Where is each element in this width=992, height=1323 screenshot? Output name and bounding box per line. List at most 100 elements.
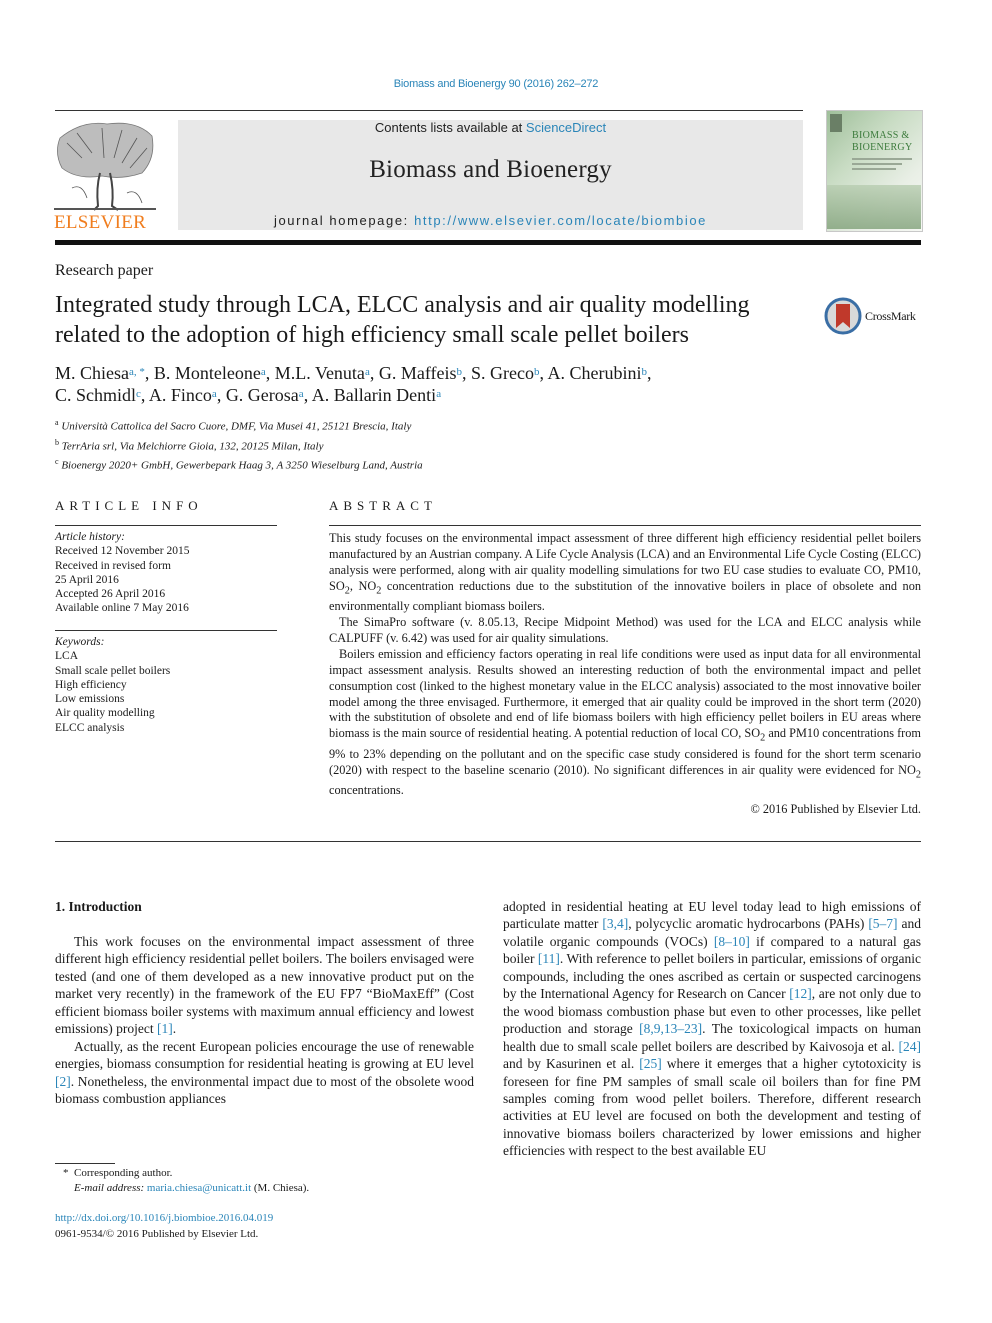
abstract-copyright: © 2016 Published by Elsevier Ltd.: [750, 802, 921, 816]
citation-link[interactable]: [8–10]: [714, 934, 750, 949]
divider: [329, 525, 921, 526]
cover-title: BIOMASS & BIOENERGY: [852, 130, 912, 154]
author-name[interactable]: A. Ballarin Denti: [312, 385, 436, 405]
homepage-link[interactable]: http://www.elsevier.com/locate/biombioe: [414, 213, 707, 228]
history-item: Available online 7 May 2016: [55, 602, 189, 615]
citation-link[interactable]: [11]: [538, 951, 560, 966]
contents-line: Contents lists available at ScienceDirec…: [178, 120, 803, 135]
author-name[interactable]: A. Finco: [149, 385, 212, 405]
author-affiliation-ref[interactable]: b: [641, 366, 647, 378]
abstract-body: This study focuses on the environmental …: [329, 531, 921, 799]
citation-link[interactable]: [8,9,13–23]: [639, 1021, 702, 1036]
text: concentration reductions due to the subs…: [329, 578, 921, 614]
author-affiliation-ref[interactable]: b: [534, 366, 540, 378]
abstract-heading: ABSTRACT: [329, 498, 437, 513]
history-item: Received 12 November 2015: [55, 545, 190, 558]
affiliation: b TerrAria srl, Via Melchiorre Gioia, 13…: [55, 435, 423, 455]
journal-name: Biomass and Bioenergy: [369, 156, 612, 183]
issn-line: 0961-9534/© 2016 Published by Elsevier L…: [55, 1227, 259, 1240]
text: concentrations.: [329, 782, 404, 797]
author-affiliation-ref[interactable]: a: [365, 366, 370, 378]
author-affiliation-ref[interactable]: a, *: [129, 366, 145, 378]
citation-link[interactable]: [3,4]: [602, 916, 628, 931]
history-item: Accepted 26 April 2016: [55, 588, 166, 601]
author-affiliation-ref[interactable]: a: [299, 388, 304, 400]
abstract-paragraph: The SimaPro software (v. 8.05.13, Recipe…: [329, 614, 921, 645]
email-label: E-mail address:: [74, 1182, 145, 1195]
sciencedirect-link[interactable]: ScienceDirect: [526, 120, 606, 135]
history-item: Received in revised form: [55, 559, 171, 572]
author-affiliation-ref[interactable]: a: [436, 388, 441, 400]
text: Actually, as the recent European policie…: [55, 1038, 474, 1072]
body-column-left: This work focuses on the environmental i…: [55, 933, 474, 1108]
homepage-prefix: journal homepage:: [273, 213, 415, 228]
crossmark-label[interactable]: CrossMark: [865, 309, 916, 324]
keyword: ELCC analysis: [55, 721, 125, 734]
author-name[interactable]: M. Chiesa: [55, 363, 129, 383]
author-name[interactable]: M.L. Venuta: [275, 363, 365, 383]
text: (M. Chiesa).: [251, 1182, 310, 1195]
text: and by Kasurinen et al.: [503, 1056, 640, 1072]
affiliation-text: Università Cattolica del Sacro Cuore, DM…: [61, 420, 412, 433]
article-type: Research paper: [55, 262, 154, 279]
separator: ,: [144, 363, 154, 383]
keyword: Air quality modelling: [55, 707, 155, 720]
masthead-thick-rule: [55, 240, 921, 245]
author-name[interactable]: S. Greco: [471, 363, 534, 383]
corresponding-author-note: * Corresponding author.: [63, 1166, 309, 1181]
keywords-label: Keywords:: [55, 636, 105, 648]
citation-link[interactable]: [24]: [899, 1039, 922, 1054]
history-label: Article history:: [55, 531, 125, 543]
citation-link[interactable]: [5–7]: [868, 916, 897, 931]
email-note: E-mail address: maria.chiesa@unicatt.it …: [63, 1181, 309, 1196]
citation-link[interactable]: [1]: [157, 1021, 173, 1036]
affiliation-key: b: [55, 437, 59, 447]
author-affiliation-ref[interactable]: c: [136, 388, 141, 400]
abstract-paragraph: Boilers emission and efficiency factors …: [329, 647, 921, 799]
separator: ,: [369, 363, 379, 383]
affiliation: a Università Cattolica del Sacro Cuore, …: [55, 415, 423, 435]
author-name[interactable]: G. Gerosa: [226, 385, 299, 405]
author-name[interactable]: C. Schmidl: [55, 385, 136, 405]
body-paragraph: Actually, as the recent European policie…: [55, 1038, 474, 1108]
citation-link[interactable]: [12]: [789, 986, 812, 1001]
author-affiliation-ref[interactable]: a: [212, 388, 217, 400]
cover-title-line: BIOENERGY: [852, 142, 913, 153]
separator: ,: [216, 385, 226, 405]
journal-homepage: journal homepage: http://www.elsevier.co…: [178, 213, 803, 228]
author-affiliation-ref[interactable]: b: [456, 366, 462, 378]
author-list: M. Chiesaa, *, B. Monteleonea, M.L. Venu…: [55, 362, 815, 406]
footnotes: * Corresponding author. E-mail address: …: [63, 1166, 309, 1197]
author-name[interactable]: B. Monteleone: [154, 363, 261, 383]
affiliations: a Università Cattolica del Sacro Cuore, …: [55, 415, 423, 474]
divider: [55, 525, 277, 526]
citation-link[interactable]: [25]: [639, 1056, 662, 1071]
author-affiliation-ref[interactable]: a: [261, 366, 266, 378]
affiliation-text: TerrAria srl, Via Melchiorre Gioia, 132,…: [61, 440, 324, 453]
doi-link[interactable]: http://dx.doi.org/10.1016/j.biombioe.201…: [55, 1212, 273, 1224]
body-column-right: adopted in residential heating at EU lev…: [503, 898, 921, 1160]
subscript: 2: [915, 769, 921, 781]
abstract-paragraph: This study focuses on the environmental …: [329, 531, 921, 615]
running-head[interactable]: Biomass and Bioenergy 90 (2016) 262–272: [0, 78, 992, 90]
author-name[interactable]: G. Maffeis: [379, 363, 457, 383]
text: where it emerges that a higher cytotoxic…: [503, 1056, 921, 1159]
email-link[interactable]: maria.chiesa@unicatt.it: [147, 1182, 251, 1194]
separator: ,: [140, 385, 149, 405]
text: Corresponding author.: [74, 1167, 173, 1179]
affiliation: c Bioenergy 2020+ GmbH, Gewerbepark Haag…: [55, 454, 423, 474]
section-heading-introduction: 1. Introduction: [55, 899, 142, 914]
footnote-rule: [55, 1163, 115, 1164]
article-title: Integrated study through LCA, ELCC analy…: [55, 292, 750, 348]
text: . Nonetheless, the environmental impact …: [55, 1073, 474, 1107]
footnote-marker: *: [63, 1167, 69, 1179]
divider: [55, 630, 277, 631]
article-history: Article history: Received 12 November 20…: [55, 530, 189, 616]
author-name[interactable]: A. Cherubini: [547, 363, 641, 383]
elsevier-wordmark: ELSEVIER: [54, 212, 147, 233]
cover-publisher-mark: [830, 114, 842, 132]
body-paragraph: This work focuses on the environmental i…: [55, 933, 474, 1038]
keyword: High efficiency: [55, 678, 127, 691]
citation-link[interactable]: [2]: [55, 1074, 71, 1089]
separator: ,: [646, 363, 652, 383]
